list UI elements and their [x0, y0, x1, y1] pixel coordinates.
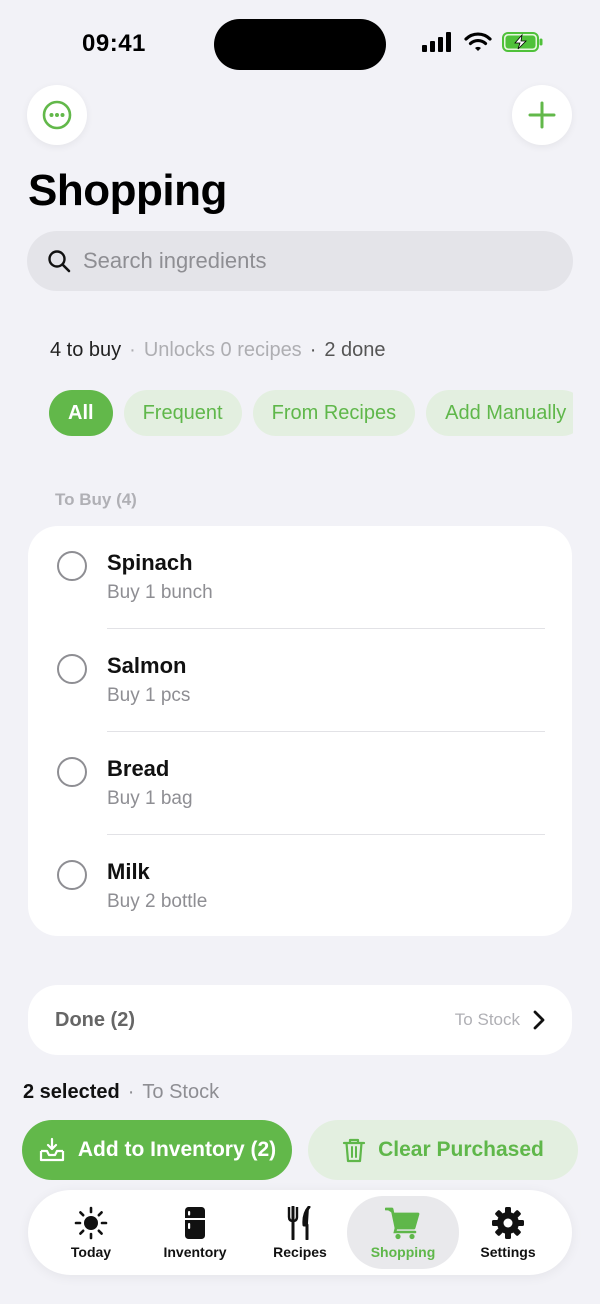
tab-bar: Today Inventory Recipes Shopping Setting…: [28, 1190, 572, 1275]
search-bar[interactable]: [27, 231, 573, 291]
search-icon: [48, 250, 71, 273]
page-title: Shopping: [28, 166, 227, 215]
shopping-summary: 4 to buy · Unlocks 0 recipes · 2 done: [50, 339, 386, 362]
item-name: Milk: [107, 859, 150, 884]
tab-recipes[interactable]: Recipes: [244, 1196, 356, 1269]
selection-separator: ·: [127, 1081, 135, 1103]
clear-purchased-label: Clear Purchased: [378, 1138, 544, 1161]
to-buy-list: Spinach Buy 1 bunch Salmon Buy 1 pcs Bre…: [28, 526, 572, 936]
tab-label: Shopping: [370, 1243, 436, 1260]
filter-chip-from-recipes[interactable]: From Recipes: [252, 390, 416, 436]
plus-icon: [528, 101, 556, 129]
filter-chip-add-manually[interactable]: Add Manually: [426, 390, 573, 436]
more-options-button[interactable]: [27, 85, 87, 145]
tab-today[interactable]: Today: [35, 1196, 147, 1269]
filter-chip-frequent[interactable]: Frequent: [123, 390, 242, 436]
selected-count: 2 selected: [23, 1081, 120, 1103]
status-icons: [422, 32, 544, 52]
item-quantity: Buy 1 pcs: [107, 685, 191, 706]
done-section-row[interactable]: Done (2) To Stock: [28, 985, 572, 1055]
sun-icon: [74, 1206, 108, 1239]
checkbox-circle[interactable]: [57, 860, 87, 890]
list-item[interactable]: Salmon Buy 1 pcs: [28, 629, 572, 732]
selection-target: To Stock: [142, 1081, 220, 1103]
to-stock-hint: To Stock: [454, 1010, 520, 1029]
wifi-icon: [464, 32, 492, 51]
summary-separator: ·: [309, 339, 317, 361]
status-time: 09:41: [82, 30, 146, 57]
list-item[interactable]: Milk Buy 2 bottle: [28, 835, 572, 938]
search-input[interactable]: [83, 248, 523, 274]
battery-charging-icon: [502, 32, 543, 52]
fridge-icon: [185, 1206, 205, 1239]
ellipsis-circle-icon: [42, 100, 72, 130]
item-name: Bread: [107, 756, 170, 781]
to-buy-count: 4 to buy: [50, 339, 122, 361]
tab-label: Today: [70, 1243, 112, 1260]
item-quantity: Buy 1 bunch: [107, 582, 213, 603]
add-to-inventory-label: Add to Inventory (2): [77, 1138, 277, 1161]
tab-label: Inventory: [163, 1243, 227, 1260]
summary-separator: ·: [129, 339, 136, 361]
trash-icon: [343, 1138, 366, 1163]
item-name: Spinach: [107, 550, 193, 575]
done-count: 2 done: [324, 339, 386, 361]
filter-chip-all[interactable]: All: [49, 390, 113, 436]
tab-settings[interactable]: Settings: [452, 1196, 564, 1269]
done-section-label: Done (2): [55, 1008, 135, 1031]
add-to-inventory-button[interactable]: Add to Inventory (2): [22, 1120, 292, 1180]
checkbox-circle[interactable]: [57, 551, 87, 581]
item-quantity: Buy 1 bag: [107, 788, 193, 809]
gear-icon: [492, 1206, 524, 1239]
tab-inventory[interactable]: Inventory: [139, 1196, 251, 1269]
to-buy-section-label: To Buy (4): [55, 490, 137, 509]
add-item-button[interactable]: [512, 85, 572, 145]
tab-label: Settings: [480, 1243, 536, 1260]
unlocks-recipes: Unlocks 0 recipes: [143, 339, 302, 361]
filter-chips: All Frequent From Recipes Add Manually: [49, 390, 573, 438]
checkbox-circle[interactable]: [57, 757, 87, 787]
cellular-signal-icon: [422, 32, 451, 52]
list-item[interactable]: Spinach Buy 1 bunch: [28, 526, 572, 629]
list-item[interactable]: Bread Buy 1 bag: [28, 732, 572, 835]
cart-icon: [385, 1207, 420, 1239]
selection-summary: 2 selected · To Stock: [23, 1081, 219, 1104]
item-name: Salmon: [107, 653, 187, 678]
item-quantity: Buy 2 bottle: [107, 891, 208, 912]
checkbox-circle[interactable]: [57, 654, 87, 684]
tab-label: Recipes: [273, 1243, 327, 1260]
dynamic-island: [214, 19, 386, 70]
fork-knife-icon: [287, 1205, 311, 1240]
clear-purchased-button[interactable]: Clear Purchased: [308, 1120, 578, 1180]
tab-shopping[interactable]: Shopping: [347, 1196, 459, 1269]
chevron-right-icon: [533, 1010, 545, 1030]
tray-download-icon: [39, 1137, 64, 1162]
